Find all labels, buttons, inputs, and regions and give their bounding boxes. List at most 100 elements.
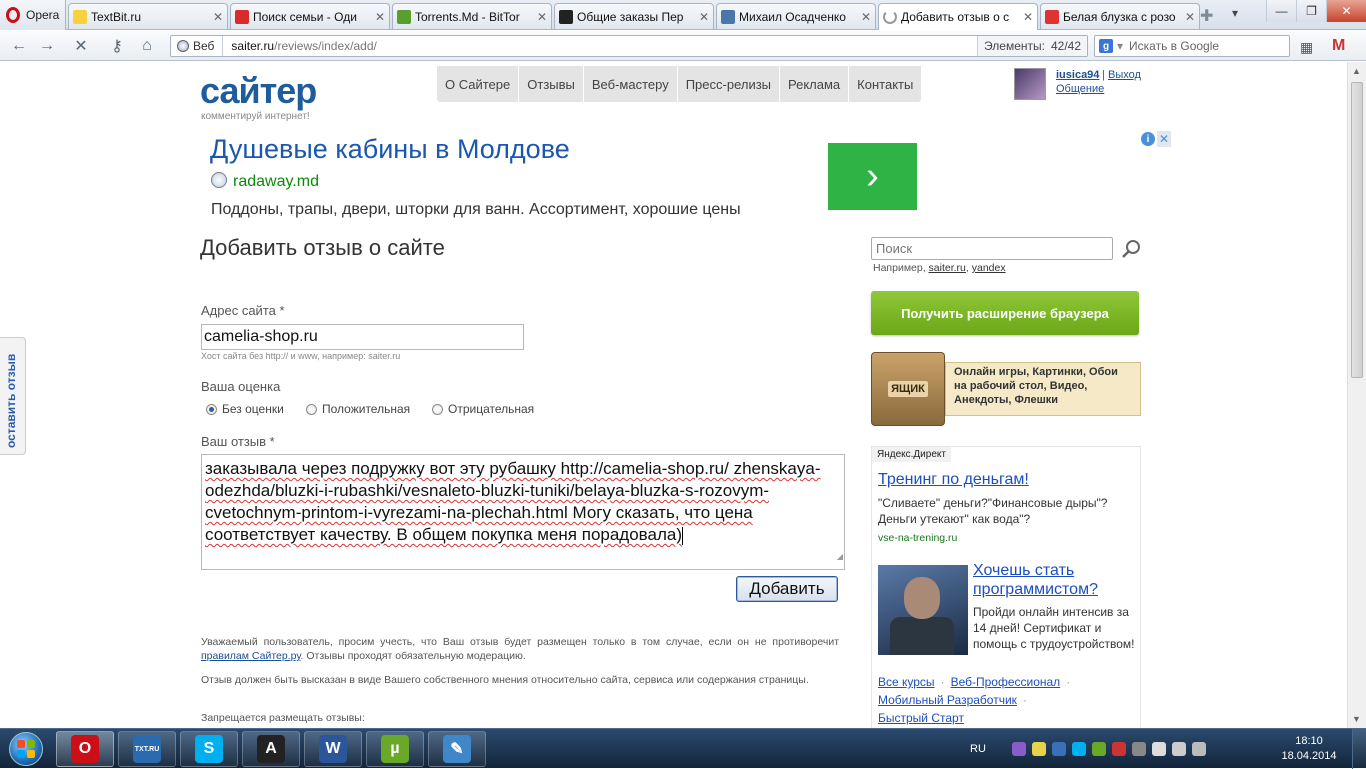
taskbar-app-button[interactable]: TXT.RU — [118, 731, 176, 767]
direct-header[interactable]: Яндекс.Директ — [872, 447, 951, 462]
taskbar-app-button[interactable]: A — [242, 731, 300, 767]
site-address-input[interactable]: camelia-shop.ru — [201, 324, 524, 350]
close-tab-icon[interactable]: ✕ — [1185, 10, 1195, 24]
maximize-button[interactable]: ❐ — [1296, 0, 1326, 22]
skype-tray-icon[interactable] — [1071, 742, 1086, 756]
close-ad-icon[interactable]: ✕ — [1157, 131, 1171, 147]
taskbar-app-button[interactable]: S — [180, 731, 238, 767]
rating-option-negative[interactable]: Отрицательная — [432, 402, 534, 416]
opera-menu-button[interactable]: Opera — [0, 0, 66, 30]
rating-option-positive[interactable]: Положительная — [306, 402, 410, 416]
rating-radio[interactable] — [206, 403, 217, 415]
scroll-down-icon[interactable]: ▼ — [1352, 714, 1361, 724]
sitelink[interactable]: Быстрый Старт — [878, 711, 964, 725]
close-tab-icon[interactable]: ✕ — [375, 10, 385, 24]
key-icon[interactable]: ⚷ — [106, 36, 128, 56]
speed-dial-icon[interactable]: ▦ — [1300, 39, 1313, 56]
notes-tray-icon[interactable] — [1031, 742, 1046, 756]
taskbar-app-button[interactable]: µ — [366, 731, 424, 767]
nav-webmaster[interactable]: Веб-мастеру — [584, 66, 678, 102]
sitelink[interactable]: Все курсы — [878, 675, 935, 689]
sitelink[interactable]: Мобильный Разработчик — [878, 693, 1017, 707]
taskbar-app-button[interactable]: W — [304, 731, 362, 767]
address-field[interactable]: Веб saiter.ru/reviews/index/add/ Элемент… — [170, 35, 1088, 57]
close-tab-icon[interactable]: ✕ — [699, 10, 709, 24]
browser-tab[interactable]: Белая блузка с розо ✕ — [1040, 3, 1200, 29]
network-manager-tray-icon[interactable] — [1131, 742, 1146, 756]
sitelink[interactable]: Веб-Профессионал — [951, 675, 1061, 689]
google-icon[interactable]: g — [1099, 39, 1113, 53]
gmail-icon[interactable]: M — [1332, 37, 1354, 55]
leave-review-side-tab[interactable]: оставить отзыв — [0, 337, 26, 455]
browser-tab[interactable]: Добавить отзыв о с ✕ — [878, 3, 1038, 30]
site-logo[interactable]: сайтер — [200, 70, 317, 112]
search-icon[interactable] — [1121, 239, 1141, 259]
logout-link[interactable]: Выход — [1108, 69, 1141, 81]
home-button[interactable]: ⌂ — [136, 36, 158, 56]
web-security-badge[interactable]: Веб — [171, 36, 224, 56]
rating-radio[interactable] — [432, 403, 443, 415]
p-tray-icon[interactable] — [1051, 742, 1066, 756]
direct-ad-title[interactable]: Хочешь стать программистом? — [973, 561, 1138, 599]
clock[interactable]: 18:10 18.04.2014 — [1280, 734, 1338, 764]
rules-link[interactable]: правилам Сайтер.ру — [201, 650, 301, 662]
minimize-button[interactable]: — — [1266, 0, 1296, 22]
utorrent-tray-icon[interactable] — [1091, 742, 1106, 756]
nav-reviews[interactable]: Отзывы — [519, 66, 584, 102]
review-textarea[interactable]: заказывала через подружку вот эту рубашк… — [201, 454, 845, 570]
close-tab-icon[interactable]: ✕ — [537, 10, 547, 24]
close-window-button[interactable]: ✕ — [1326, 0, 1366, 22]
username-link[interactable]: iusica94 — [1056, 69, 1099, 81]
rating-option-none[interactable]: Без оценки — [206, 402, 284, 416]
flag-tray-icon[interactable] — [1151, 742, 1166, 756]
start-button[interactable] — [2, 730, 50, 768]
yaschik-banner[interactable]: ЯЩИК Онлайн игры, Картинки, Обои на рабо… — [871, 352, 1141, 426]
language-indicator[interactable]: RU — [970, 743, 986, 755]
url-text[interactable]: saiter.ru/reviews/index/add/ — [223, 39, 376, 53]
direct-ad-title[interactable]: Тренинг по деньгам! — [878, 471, 1029, 489]
close-tab-icon[interactable]: ✕ — [1023, 10, 1033, 24]
user-avatar[interactable] — [1014, 68, 1046, 100]
nav-about[interactable]: О Сайтере — [437, 66, 520, 102]
new-tab-button[interactable]: ✚ — [1200, 6, 1213, 26]
volume-icon[interactable] — [1191, 742, 1206, 756]
forward-button[interactable]: → — [36, 36, 58, 56]
close-tab-icon[interactable]: ✕ — [213, 10, 223, 24]
scrollbar-thumb[interactable] — [1351, 82, 1363, 378]
page-scrollbar[interactable]: ▲ ▼ — [1347, 62, 1366, 728]
rating-radio[interactable] — [306, 403, 317, 415]
browser-tab[interactable]: Михаил Осадченко ✕ — [716, 3, 876, 29]
viber-tray-icon[interactable] — [1011, 742, 1026, 756]
search-engine-dropdown-icon[interactable]: ▾ — [1117, 39, 1123, 53]
programmer-photo[interactable] — [878, 565, 968, 655]
get-extension-button[interactable]: Получить расширение браузера — [871, 291, 1139, 335]
ad-title-link[interactable]: Душевые кабины в Молдове — [210, 134, 570, 165]
chat-link[interactable]: Общение — [1056, 83, 1104, 95]
direct-ad-url[interactable]: vse-na-trening.ru — [878, 532, 957, 544]
antivirus-tray-icon[interactable] — [1111, 742, 1126, 756]
nav-press-releases[interactable]: Пресс-релизы — [678, 66, 781, 102]
site-search-input[interactable]: Поиск — [871, 237, 1113, 260]
taskbar-app-button[interactable]: O — [56, 731, 114, 767]
google-search-field[interactable]: g ▾ Искать в Google — [1094, 35, 1290, 57]
network-signal-icon[interactable] — [1171, 742, 1186, 756]
ad-go-button[interactable]: › — [828, 143, 917, 210]
example-link[interactable]: yandex — [972, 262, 1006, 274]
browser-tab[interactable]: Общие заказы Пер ✕ — [554, 3, 714, 29]
example-link[interactable]: saiter.ru — [929, 262, 966, 274]
browser-tab[interactable]: Torrents.Md - BitTor ✕ — [392, 3, 552, 29]
browser-tab[interactable]: Поиск семьи - Оди ✕ — [230, 3, 390, 29]
back-button[interactable]: ← — [8, 36, 30, 56]
add-review-button[interactable]: Добавить — [736, 576, 838, 602]
close-tab-icon[interactable]: ✕ — [861, 10, 871, 24]
resize-grip-icon[interactable]: ◢ — [837, 546, 843, 568]
nav-advertising[interactable]: Реклама — [780, 66, 850, 102]
stop-button[interactable]: ✕ — [70, 36, 92, 56]
scroll-up-icon[interactable]: ▲ — [1352, 66, 1361, 76]
show-desktop-button[interactable] — [1352, 729, 1366, 769]
browser-tab[interactable]: TextBit.ru ✕ — [68, 3, 228, 29]
taskbar-app-button[interactable]: ✎ — [428, 731, 486, 767]
ad-url-link[interactable]: radaway.md — [233, 173, 319, 191]
nav-contacts[interactable]: Контакты — [849, 66, 921, 102]
tab-list-menu-button[interactable]: ▾ — [1232, 6, 1238, 20]
